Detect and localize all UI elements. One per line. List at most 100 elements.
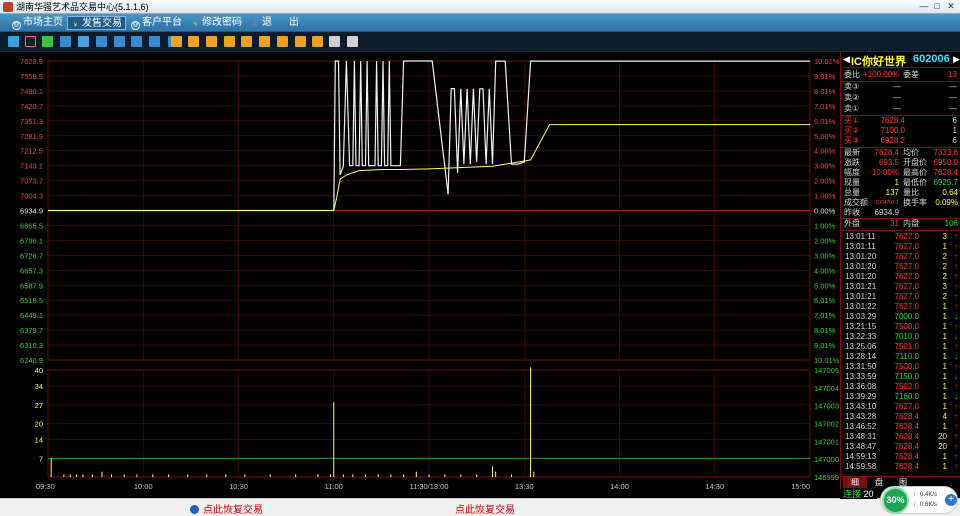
bid-row: 买② 7100.0 1 [844,126,957,135]
tick-row: 13:01:20 7627.0 2 ↑ [845,272,958,281]
list-icon[interactable] [131,36,142,47]
prev-stock-icon[interactable]: ◀ [843,54,850,65]
price-axis-label: 6518.5 [20,296,43,305]
tab-detail[interactable]: 细 [843,477,867,488]
f6-icon[interactable] [259,36,270,47]
f9-icon[interactable] [312,36,323,47]
time-axis-label: 14:30 [705,482,724,491]
tick-row: 13:28:14 7110.0 1 ↓ [845,352,958,361]
minimize-button[interactable]: — [918,1,930,12]
time-axis-label: 14:00 [610,482,629,491]
stat-row: 成交额 1004707.1 换手率 0.09% [844,198,958,207]
resume-trade-link-left[interactable]: 点此恢复交易 [190,501,263,516]
ask-row: 卖③ — — [844,82,957,91]
download-speed-icon: ↓ [913,502,916,508]
price-axis-label: 6449.1 [20,311,43,320]
price-axis-label: 6657.3 [20,266,43,275]
connection-status: 连接 20 [840,489,877,499]
tick-row: 13:01:20 7627.0 2 ↑ [845,252,958,261]
menu-exit-tail[interactable]: 出 [286,16,302,30]
globe-icon: @ [131,21,140,30]
f7-icon[interactable] [277,36,288,47]
price-axis-label: 7004.3 [20,192,43,201]
app-window: 湖南华强艺术品交易中心(5.1.1.6) — □ ✕ @ 市场主页 ¥ 发售交易 @… [0,0,960,516]
plus-icon[interactable]: + [945,494,957,506]
tick-row: 13:36:08 7502.0 1 ↑ [845,382,958,391]
export-icon[interactable] [149,36,160,47]
percent-axis-label: 0.00% [814,207,836,216]
volume-axis-label: 34 [35,382,43,391]
f4-icon[interactable] [224,36,235,47]
percent-axis-label: 2.00% [814,236,836,245]
stat-row: 昨收 6934.9 [844,208,899,217]
window-icon[interactable] [96,36,107,47]
stat-row: 最新 7628.4 均价 7333.6 [844,148,958,157]
window-title: 湖南华强艺术品交易中心(5.1.1.6) [16,2,149,12]
stat-row: 总量 137 量比 0.64 [844,188,958,197]
percent-axis-label: 4.00% [814,266,836,275]
percent-axis-label: 1.00% [814,192,836,201]
menu-issue-trade[interactable]: ¥ 发售交易 [67,16,126,30]
main-area: 7628.9 10.01% 7559.5 9.01% 7490.1 8.01% 7420.7… [0,52,960,498]
volume-right-axis-label: 147002 [814,420,839,429]
line-chart-icon[interactable] [25,36,36,47]
divider [841,230,960,231]
tick-row: 13:33:59 7150.0 1 ↓ [845,372,958,381]
tick-row: 13:31:50 7500.0 1 ↑ [845,362,958,371]
bar-chart-icon[interactable] [8,36,19,47]
calculator-icon[interactable] [60,36,71,47]
f5-icon[interactable] [241,36,252,47]
price-axis-label: 7073.7 [20,177,43,186]
percent-axis-label: 6.01% [814,296,836,305]
percent-axis-label: 8.01% [814,87,836,96]
weibi-row: 委比 +100.00% 委差 13 [844,70,957,79]
price-axis-label: 7559.5 [20,72,43,81]
percent-axis-label: 7.01% [814,102,836,111]
upload-speed-icon: ↑ [913,492,916,498]
candle-icon[interactable] [42,36,53,47]
network-speed-widget[interactable]: 30% ↑ 0.4K/s ↓ 0.6K/s + [880,486,958,514]
download-speed: 0.6K/s [920,502,938,508]
f2-icon[interactable] [188,36,199,47]
close-button[interactable]: ✕ [945,1,957,12]
f1-icon[interactable] [171,36,182,47]
chart-area: 7628.9 10.01% 7559.5 9.01% 7490.1 8.01% 7420.7… [20,57,840,491]
settings-icon[interactable] [347,36,358,47]
menu-change-password[interactable]: ✎ 修改密码 [188,16,245,30]
pen-icon[interactable] [329,36,340,47]
f8-icon[interactable] [295,36,306,47]
price-axis-label: 7351.3 [20,117,43,126]
price-axis-label: 7143.1 [20,162,43,171]
maximize-button[interactable]: □ [931,1,943,12]
volume-axis-label: 7 [39,454,43,463]
tick-row: 13:43:28 7628.4 4 ↑ [845,412,958,421]
f3-icon[interactable] [206,36,217,47]
menu-client-platform[interactable]: @ 客户平台 [128,16,185,30]
tick-row: 13:43:10 7627.0 1 ↑ [845,402,958,411]
ie-icon [190,505,199,514]
time-axis-label: 15:00 [791,482,810,491]
quote-header: ◀ IC你好世界 602006 ▶ [841,52,960,68]
tick-row: 13:39:29 7160.0 1 ↓ [845,392,958,401]
stock-code: 602006 [913,53,950,65]
percent-axis-label: 3.00% [814,251,836,260]
percent-axis-label: 9.01% [814,341,836,350]
price-axis-label: 6934.9 [20,207,43,216]
volume-right-axis-label: 147003 [814,402,839,411]
percent-axis-label: 10.01% [814,57,840,66]
stat-row: 现量 1 最低价 6925.7 [844,178,958,187]
tick-row: 14:59:58 7628.4 1 ↑ [845,462,958,471]
time-axis-label: 11:30/13:00 [409,482,448,491]
menu-exit[interactable]: ⏻ 退 [248,16,275,30]
resume-trade-link-mid[interactable]: 点此恢复交易 [455,501,515,516]
price-axis-label: 6310.3 [20,341,43,350]
tick-row: 13:21:15 7500.0 1 ↑ [845,322,958,331]
split-icon[interactable] [114,36,125,47]
grid-icon[interactable] [78,36,89,47]
price-axis-label: 6726.7 [20,251,43,260]
ask-row: 卖① — — [844,104,957,113]
next-stock-icon[interactable]: ▶ [953,54,960,65]
percent-axis-label: 8.01% [814,326,836,335]
percent-axis-label: 4.00% [814,147,836,156]
menu-market-home[interactable]: @ 市场主页 [9,16,66,30]
